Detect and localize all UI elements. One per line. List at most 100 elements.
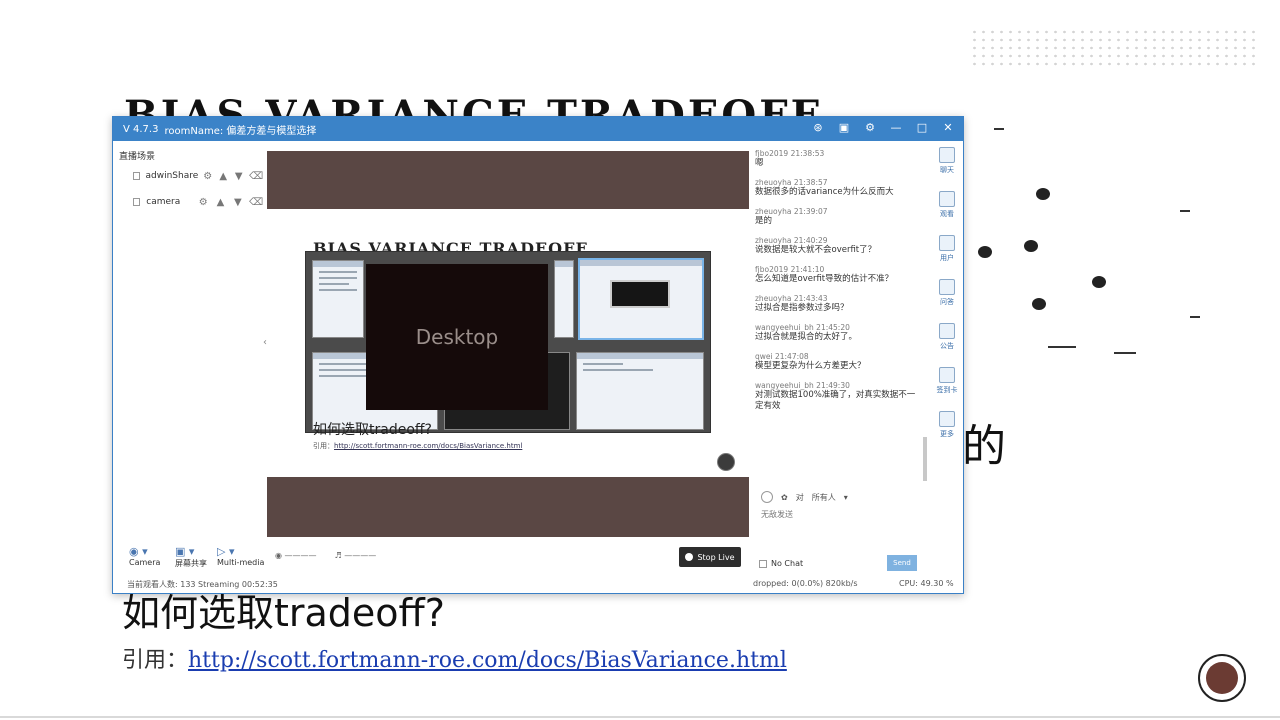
- tab-checkin[interactable]: 签到卡: [933, 367, 961, 411]
- emoji-icon[interactable]: [761, 491, 773, 503]
- scene-item-camera[interactable]: camera ⚙ ▲ ▼ ⌫: [133, 193, 263, 211]
- slide-de-char: 的: [962, 421, 1006, 472]
- chevron-down-icon[interactable]: ▾: [844, 493, 848, 502]
- slide-decoration: [994, 128, 1004, 130]
- camera-icon: ◉ ▾: [129, 545, 148, 558]
- slide-decoration: [1114, 352, 1136, 354]
- side-tab-bar: 聊天 观看 用户 问答 公告 签到卡 更多: [933, 147, 961, 455]
- users-icon: [939, 235, 955, 251]
- scene-name: camera: [146, 197, 181, 207]
- desktop-tile[interactable]: Desktop: [366, 264, 548, 410]
- slide-decoration: [1190, 316, 1200, 318]
- cpu-status: CPU: 49.30 %: [899, 579, 954, 588]
- multimedia-tool-button[interactable]: ▷ ▾ Multi-media: [217, 545, 264, 567]
- camera-tool-button[interactable]: ◉ ▾ Camera: [129, 545, 160, 567]
- qa-icon: [939, 279, 955, 295]
- tab-chat[interactable]: 聊天: [933, 147, 961, 191]
- checkin-icon: [939, 367, 955, 383]
- window-thumbnail[interactable]: [576, 352, 704, 430]
- slide-reference-link[interactable]: http://scott.fortmann-roe.com/docs/BiasV…: [188, 648, 787, 673]
- settings-icon[interactable]: ⚙: [863, 121, 877, 135]
- scene-checkbox[interactable]: [133, 172, 140, 180]
- task-switcher-overlay: Desktop: [305, 251, 711, 433]
- flower-icon[interactable]: ✿: [781, 493, 788, 502]
- slide-decoration: [1092, 276, 1106, 288]
- tab-qa[interactable]: 问答: [933, 279, 961, 323]
- minimize-to-tray-icon[interactable]: ⊛: [811, 121, 825, 135]
- chat-message: qwei 21:47:08 模型更复杂为什么方差更大？: [755, 352, 866, 371]
- send-button[interactable]: Send: [887, 555, 917, 571]
- gear-icon[interactable]: ⚙: [197, 197, 209, 208]
- move-down-icon[interactable]: ▼: [234, 171, 245, 182]
- slide-decoration: [1048, 346, 1076, 348]
- screen-share-tool-button[interactable]: ▣ ▾ 屏幕共享: [175, 545, 207, 569]
- window-thumbnail[interactable]: [312, 260, 364, 338]
- close-icon[interactable]: ✕: [941, 121, 955, 135]
- chat-icon: [939, 147, 955, 163]
- slide-decoration: [1036, 188, 1050, 200]
- screenshot-icon[interactable]: ▣: [837, 121, 851, 135]
- chat-message: zheuoyha 21:43:43 过拟合是指参数过多吗？: [755, 294, 849, 313]
- tab-viewers[interactable]: 观看: [933, 191, 961, 235]
- microphone-volume[interactable]: ◉ ————: [275, 551, 317, 560]
- preview-reference-label: 引用：: [313, 442, 334, 450]
- record-icon: [1206, 662, 1238, 694]
- screen-share-icon: ▣ ▾: [175, 545, 195, 558]
- chat-message: zheuoyha 21:39:07 是的: [755, 207, 828, 226]
- scenes-panel: 直播场景 adwinShare ⚙ ▲ ▼ ⌫ camera ⚙ ▲ ▼ ⌫: [113, 141, 265, 541]
- window-thumbnail[interactable]: [554, 260, 574, 338]
- slide-corner-dots: [970, 28, 1260, 68]
- chat-scrollbar[interactable]: [923, 437, 927, 481]
- delete-icon[interactable]: ⌫: [249, 171, 263, 182]
- network-status: dropped: 0(0.0%) 820kb/s: [753, 579, 858, 588]
- scene-item-adwinshare[interactable]: adwinShare ⚙ ▲ ▼ ⌫: [133, 167, 263, 185]
- chat-target-select[interactable]: 所有人: [812, 492, 836, 503]
- no-chat-checkbox[interactable]: [759, 559, 767, 568]
- preview-question: 如何选取tradeoff?: [313, 422, 432, 438]
- tab-users[interactable]: 用户: [933, 235, 961, 279]
- chat-message: fjbo2019 21:38:53 嗯: [755, 149, 825, 168]
- chat-message: zheuoyha 21:38:57 数据很多的话variance为什么反而大: [755, 178, 894, 197]
- scene-name: adwinShare: [145, 171, 199, 181]
- more-icon: [939, 411, 955, 427]
- speaker-volume[interactable]: ♬ ————: [335, 551, 377, 560]
- chat-message: zheuoyha 21:40:29 说数据是较大就不会overfit了？: [755, 236, 877, 255]
- stream-status: 当前观看人数: 133 Streaming 00:52:35: [127, 580, 278, 589]
- bottom-toolbar: ◉ ▾ Camera ▣ ▾ 屏幕共享 ▷ ▾ Multi-media ◉ ——…: [113, 541, 963, 593]
- tab-more[interactable]: 更多: [933, 411, 961, 455]
- slide-bottom-line: [0, 716, 1280, 718]
- move-up-icon[interactable]: ▲: [214, 197, 226, 208]
- tab-announce[interactable]: 公告: [933, 323, 961, 367]
- maximize-icon[interactable]: □: [915, 121, 929, 135]
- minimize-icon[interactable]: —: [889, 121, 903, 135]
- chat-send-hint: 无敌发送: [761, 510, 793, 519]
- no-chat-toggle[interactable]: No Chat: [759, 559, 803, 568]
- delete-icon[interactable]: ⌫: [249, 197, 263, 208]
- chat-input-row: ✿ 对 所有人 ▾: [761, 489, 931, 505]
- slide-decoration: [978, 246, 992, 258]
- app-version: V 4.7.3: [123, 123, 159, 135]
- scenes-heading: 直播场景: [119, 152, 156, 162]
- gear-icon[interactable]: ⚙: [203, 171, 214, 182]
- stop-live-button[interactable]: Stop Live: [679, 547, 741, 567]
- viewers-icon: [939, 191, 955, 207]
- record-button[interactable]: [1198, 654, 1246, 702]
- move-up-icon[interactable]: ▲: [218, 171, 229, 182]
- chat-message: fjbo2019 21:41:10 怎么知道是overfit导致的估计不准？: [755, 265, 894, 284]
- preview-reference: 引用：http://scott.fortmann-roe.com/docs/Bi…: [313, 441, 522, 451]
- stream-preview: BIAS VARIANCE TRADEOFF Desktop 如何选取trade…: [267, 151, 749, 537]
- chat-message: wangyeehui_bh 21:49:30 对测试数据100%准确了，对真实数…: [755, 381, 916, 411]
- scene-checkbox[interactable]: [133, 198, 141, 206]
- slide-decoration: [1180, 210, 1190, 212]
- room-name: roomName: 偏差方差与模型选择: [164, 125, 317, 137]
- slide-reference: 引用：http://scott.fortmann-roe.com/docs/Bi…: [122, 642, 787, 674]
- live-stream-window: V 4.7.3 roomName: 偏差方差与模型选择 ⊛ ▣ ⚙ — □ ✕ …: [112, 116, 964, 594]
- announce-icon: [939, 323, 955, 339]
- stop-icon: [685, 553, 694, 561]
- window-thumbnail-selected[interactable]: [578, 258, 704, 340]
- audio-controls: ◉ ———— ♬ ————: [275, 551, 376, 560]
- slide-decoration: [1032, 298, 1046, 310]
- preview-record-icon: [717, 453, 735, 471]
- move-down-icon[interactable]: ▼: [232, 197, 244, 208]
- window-titlebar[interactable]: V 4.7.3 roomName: 偏差方差与模型选择 ⊛ ▣ ⚙ — □ ✕: [113, 117, 963, 141]
